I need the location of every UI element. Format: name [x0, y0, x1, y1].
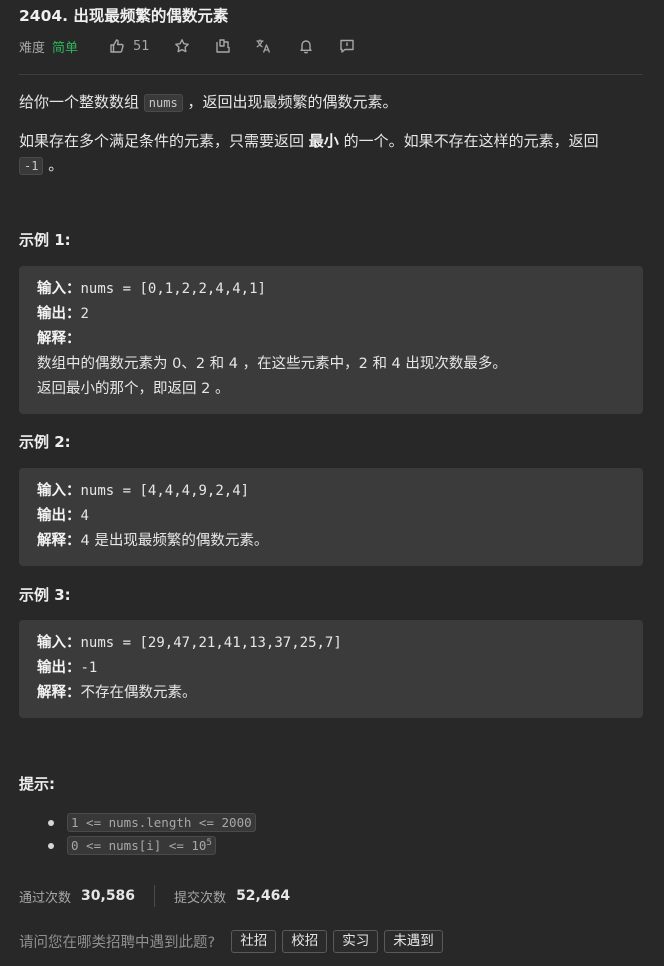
- hint-text: 1 <= nums.length <= 2000: [71, 815, 252, 830]
- difficulty-value: 简单: [52, 40, 79, 56]
- accepted-label: 通过次数: [19, 890, 72, 906]
- submission-stats: 通过次数 30,586 提交次数 52,464: [19, 884, 290, 908]
- desc-bold: 最小: [308, 132, 339, 150]
- example-explain-label-line: 解释：: [37, 327, 625, 352]
- example-2-title: 示例 2:: [19, 433, 71, 451]
- star-icon: [174, 38, 190, 54]
- description-paragraph-1: 给你一个整数数组 nums ，返回出现最频繁的偶数元素。: [19, 90, 645, 115]
- desc-text: 给你一个整数数组: [19, 93, 144, 111]
- input-value: nums = [0,1,2,2,4,4,1]: [80, 281, 266, 297]
- interview-survey: 请问您在哪类招聘中遇到此题? 社招 校招 实习 未遇到: [19, 929, 449, 953]
- example-1-title: 示例 1:: [19, 231, 71, 249]
- hints-title: 提示:: [19, 775, 55, 793]
- input-value: nums = [29,47,21,41,13,37,25,7]: [80, 635, 342, 651]
- header-divider: [19, 74, 643, 75]
- example-output-line: 输出：2: [37, 302, 625, 327]
- translate-icon: [255, 38, 272, 54]
- feedback-icon: [339, 38, 355, 54]
- example-input-line: 输入：nums = [29,47,21,41,13,37,25,7]: [37, 631, 625, 656]
- explain-label: 解释：: [37, 685, 81, 701]
- stats-separator: [154, 885, 156, 907]
- example-1-box: 输入：nums = [0,1,2,2,4,4,1] 输出：2 解释： 数组中的偶…: [19, 266, 643, 414]
- survey-option-internship[interactable]: 实习: [333, 929, 379, 953]
- share-icon: [215, 38, 231, 54]
- accepted-count: 30,586: [81, 888, 136, 904]
- hint-text: 0 <= nums[i] <= 10: [71, 838, 207, 853]
- example-3-title: 示例 3:: [19, 586, 71, 604]
- output-value: -1: [80, 660, 98, 676]
- explain-text: 不存在偶数元素。: [80, 685, 197, 701]
- output-label: 输出：: [37, 660, 81, 676]
- example-input-line: 输入：nums = [0,1,2,2,4,4,1]: [37, 277, 625, 302]
- output-label: 输出：: [37, 508, 81, 524]
- example-explain-line: 返回最小的那个，即返回 2 。: [37, 381, 230, 397]
- difficulty-label: 难度: [19, 40, 46, 56]
- bell-icon: [298, 38, 314, 54]
- example-explain-line: 解释：不存在偶数元素。: [37, 681, 625, 706]
- desc-text: 的一个。如果不存在这样的元素，返回: [338, 132, 599, 150]
- favorite-button[interactable]: [174, 38, 190, 54]
- survey-question: 请问您在哪类招聘中遇到此题?: [19, 934, 216, 951]
- output-value: 2: [80, 306, 89, 322]
- bullet-icon: [48, 820, 54, 826]
- example-2-box: 输入：nums = [4,4,4,9,2,4] 输出：4 解释：4 是出现最频繁…: [19, 468, 643, 566]
- output-value: 4: [80, 508, 89, 524]
- hint-superscript: 5: [206, 837, 212, 848]
- example-explain-line: 解释：4 是出现最频繁的偶数元素。: [37, 529, 625, 554]
- problem-meta-bar: 难度 简单 51: [19, 36, 355, 56]
- input-value: nums = [4,4,4,9,2,4]: [80, 483, 250, 499]
- feedback-button[interactable]: [339, 38, 355, 54]
- output-label: 输出：: [37, 306, 81, 322]
- share-button[interactable]: [215, 38, 231, 54]
- inline-code-nums: nums: [143, 94, 183, 112]
- like-count: 51: [133, 38, 150, 54]
- survey-option-social[interactable]: 社招: [231, 929, 277, 953]
- explain-label: 解释：: [37, 533, 81, 549]
- example-explain-line: 数组中的偶数元素为 0、2 和 4 ，在这些元素中，2 和 4 出现次数最多。: [37, 356, 507, 372]
- example-3-box: 输入：nums = [29,47,21,41,13,37,25,7] 输出：-1…: [19, 620, 643, 718]
- hint-code: 1 <= nums.length <= 2000: [67, 813, 256, 832]
- thumbs-up-icon: [109, 38, 125, 54]
- example-output-line: 输出：-1: [37, 656, 625, 681]
- survey-option-campus[interactable]: 校招: [282, 929, 328, 953]
- desc-text: 。: [43, 156, 64, 174]
- input-label: 输入：: [37, 281, 81, 297]
- like-button[interactable]: 51: [109, 38, 150, 54]
- problem-title: 2404. 出现最频繁的偶数元素: [19, 7, 229, 25]
- desc-text: 如果存在多个满足条件的元素，只需要返回: [19, 132, 309, 150]
- notification-button[interactable]: [298, 38, 314, 54]
- inline-code-minus-one: -1: [19, 157, 44, 175]
- submitted-count: 52,464: [236, 888, 291, 904]
- survey-option-not-encountered[interactable]: 未遇到: [384, 929, 443, 953]
- explain-label: 解释：: [37, 331, 81, 347]
- bullet-icon: [48, 843, 54, 849]
- input-label: 输入：: [37, 635, 81, 651]
- translate-button[interactable]: [255, 38, 272, 54]
- example-input-line: 输入：nums = [4,4,4,9,2,4]: [37, 479, 625, 504]
- explain-text: 4 是出现最频繁的偶数元素。: [80, 533, 269, 549]
- hint-code: 0 <= nums[i] <= 105: [67, 836, 216, 855]
- description-paragraph-2: 如果存在多个满足条件的元素，只需要返回 最小 的一个。如果不存在这样的元素，返回…: [19, 129, 645, 178]
- submitted-label: 提交次数: [174, 890, 227, 906]
- example-output-line: 输出：4: [37, 504, 625, 529]
- desc-text: ，返回出现最频繁的偶数元素。: [182, 93, 398, 111]
- input-label: 输入：: [37, 483, 81, 499]
